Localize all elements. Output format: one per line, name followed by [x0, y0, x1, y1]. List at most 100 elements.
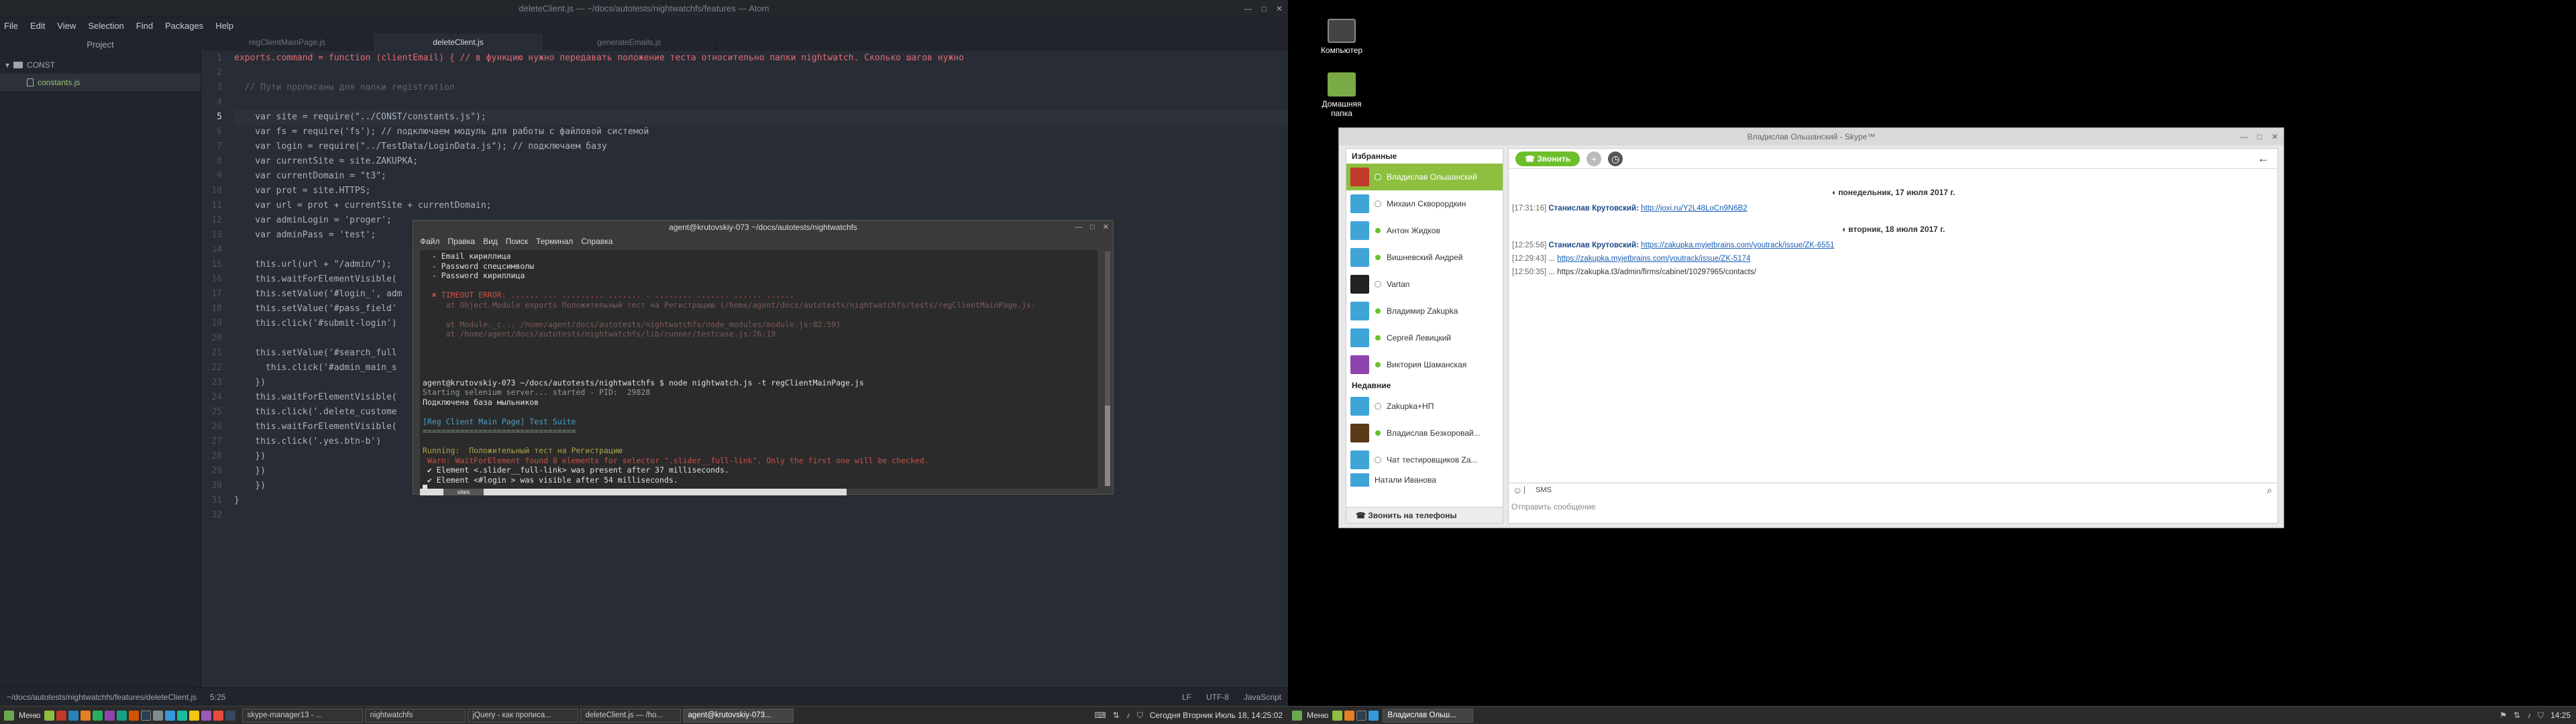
sms-toggle[interactable]: SMS: [1536, 486, 1552, 494]
code-line[interactable]: var currentSite = site.ZAKUPKA;: [234, 154, 1288, 169]
start-menu-button[interactable]: Меню: [0, 709, 44, 723]
skype-icon[interactable]: [165, 710, 176, 721]
smiley-icon[interactable]: ☺: [1513, 485, 1522, 495]
taskbar-task-terminal[interactable]: agent@krutovskiy-073...: [683, 708, 794, 723]
add-icon[interactable]: +: [1587, 151, 1602, 166]
skype-window[interactable]: Владислав Ольшанский - Skype™ — □ ✕ Избр…: [1338, 127, 2284, 528]
message-link[interactable]: http://joxi.ru/Y2L48LoCn9N6B2: [1641, 204, 1748, 213]
launcher-icon[interactable]: [117, 710, 127, 721]
terminal-menu-file[interactable]: Файл: [420, 237, 440, 246]
contact-item[interactable]: Чат тестировщиков Za...: [1346, 446, 1503, 473]
clock-icon[interactable]: ◷: [1608, 151, 1623, 166]
menu-help[interactable]: Help: [215, 21, 233, 31]
contact-item[interactable]: Zakupka+НП: [1346, 393, 1503, 420]
code-line[interactable]: var login = require("../TestData/LoginDa…: [234, 139, 1288, 154]
status-file-path[interactable]: ~/docs/autotests/nightwatchfs/features/d…: [7, 692, 197, 702]
menu-selection[interactable]: Selection: [88, 21, 123, 31]
contact-item[interactable]: Михаил Скворордкин: [1346, 190, 1503, 217]
launcher-icon[interactable]: [93, 710, 103, 721]
terminal-window[interactable]: agent@krutovskiy-073 ~/docs/autotests/ni…: [413, 220, 1114, 495]
contact-item[interactable]: Владислав Ольшанский: [1346, 164, 1503, 190]
scrollbar-thumb[interactable]: [1105, 406, 1110, 486]
search-icon[interactable]: ⌕: [2267, 485, 2272, 496]
code-line[interactable]: var site = require("../CONST/constants.j…: [234, 110, 1288, 125]
contact-item[interactable]: Сергей Левицкий: [1346, 324, 1503, 351]
taskbar-task-nightwatchfs[interactable]: nightwatchfs: [365, 708, 466, 723]
status-cursor-position[interactable]: 5:25: [210, 692, 225, 702]
contact-item[interactable]: Владислав Безкоровай...: [1346, 420, 1503, 446]
status-line-ending[interactable]: LF: [1182, 692, 1191, 702]
launcher-icon[interactable]: [177, 710, 188, 721]
code-line[interactable]: [234, 508, 1288, 523]
tree-folder-const[interactable]: ▾ CONST: [0, 56, 201, 74]
code-line[interactable]: }: [234, 493, 1288, 508]
terminal-tab[interactable]: sites: [443, 489, 484, 495]
shield-icon[interactable]: ⛉: [2538, 711, 2544, 721]
terminal-menu-search[interactable]: Поиск: [506, 237, 528, 246]
taskbar-task-skype-manager[interactable]: skype-manager13 - ...: [242, 708, 364, 723]
code-line[interactable]: var prot = site.HTTPS;: [234, 184, 1288, 198]
volume-icon[interactable]: ♪: [2527, 711, 2531, 720]
terminal-menu-terminal[interactable]: Терминал: [536, 237, 573, 246]
terminal-icon[interactable]: [141, 710, 152, 721]
close-icon[interactable]: ✕: [2271, 128, 2278, 145]
maximize-icon[interactable]: □: [1090, 221, 1095, 234]
launcher-icon[interactable]: [153, 710, 164, 721]
tab-regclientmainpage[interactable]: regClientMainPage.js: [202, 34, 373, 51]
contact-item[interactable]: Вишневский Андрей: [1346, 244, 1503, 271]
start-menu-button[interactable]: Меню: [1288, 709, 1332, 723]
close-icon[interactable]: ✕: [1276, 0, 1283, 17]
terminal-output[interactable]: - Email кириллица - Password спецсимволы…: [420, 250, 1097, 489]
code-line[interactable]: [234, 95, 1288, 110]
message-input[interactable]: Отправить сообщение: [1511, 502, 1596, 511]
code-line[interactable]: var currentDomain = "t3";: [234, 169, 1288, 184]
volume-icon[interactable]: ♪: [1126, 711, 1130, 720]
menu-packages[interactable]: Packages: [165, 21, 203, 31]
browser-icon[interactable]: [1344, 710, 1355, 721]
taskbar-task-skype[interactable]: Владислав Ольш...: [1383, 708, 1474, 723]
shield-icon[interactable]: ⛉: [1137, 711, 1143, 721]
minimize-icon[interactable]: —: [2240, 128, 2248, 145]
close-icon[interactable]: ✕: [1103, 221, 1109, 234]
clock[interactable]: 14:25: [2551, 711, 2571, 720]
contact-item[interactable]: Натали Иванова: [1346, 473, 1503, 487]
launcher-icon[interactable]: [189, 710, 200, 721]
menu-find[interactable]: Find: [136, 21, 153, 31]
terminal-icon[interactable]: [1356, 710, 1367, 721]
launcher-icon[interactable]: [105, 710, 115, 721]
call-phones-button[interactable]: ☎ Звонить на телефоны: [1346, 507, 1503, 523]
minimize-icon[interactable]: —: [1244, 0, 1252, 17]
tab-deleteclient[interactable]: deleteClient.js: [373, 34, 544, 51]
contact-item[interactable]: Антон Жидков: [1346, 217, 1503, 244]
contact-item[interactable]: Владимир Zakupka: [1346, 298, 1503, 324]
contact-item[interactable]: Виктория Шаманская: [1346, 351, 1503, 378]
status-grammar[interactable]: JavaScript: [1244, 692, 1281, 702]
code-line[interactable]: exports.command = function (clientEmail)…: [234, 51, 1288, 66]
desktop-icon-computer[interactable]: Компьютер: [1311, 19, 1372, 55]
network-icon[interactable]: ⇅: [1113, 711, 1120, 720]
skype-icon[interactable]: [1368, 710, 1379, 721]
terminal-menu-help[interactable]: Справка: [581, 237, 612, 246]
launcher-icon[interactable]: [213, 710, 224, 721]
terminal-menu-view[interactable]: Вид: [483, 237, 498, 246]
show-desktop-icon[interactable]: [44, 710, 55, 721]
code-line[interactable]: var fs = require('fs'); // подключаем мо…: [234, 125, 1288, 139]
tree-file-constants[interactable]: constants.js: [0, 74, 201, 91]
clock[interactable]: Сегодня Вторник Июль 18, 14:25:02: [1150, 711, 1283, 720]
maximize-icon[interactable]: □: [2257, 128, 2262, 145]
code-line[interactable]: [234, 66, 1288, 80]
launcher-icon[interactable]: [129, 710, 140, 721]
menu-view[interactable]: View: [57, 21, 76, 31]
code-line[interactable]: var url = prot + currentSite + currentDo…: [234, 198, 1288, 213]
launcher-icon[interactable]: [225, 710, 236, 721]
launcher-icon[interactable]: [68, 710, 79, 721]
browser-icon[interactable]: [80, 710, 91, 721]
show-desktop-icon[interactable]: [1332, 710, 1343, 721]
desktop-icon-home[interactable]: Домашняя папка: [1311, 72, 1372, 118]
call-button[interactable]: ☎ Звонить: [1515, 151, 1580, 166]
tab-generateemails[interactable]: generateEmails.js: [544, 34, 715, 51]
terminal-scrollbar[interactable]: [1105, 251, 1110, 486]
message-link[interactable]: https://zakupka.myjetbrains.com/youtrack…: [1641, 241, 1834, 249]
network-icon[interactable]: ⇅: [2514, 711, 2520, 720]
status-encoding[interactable]: UTF-8: [1206, 692, 1229, 702]
